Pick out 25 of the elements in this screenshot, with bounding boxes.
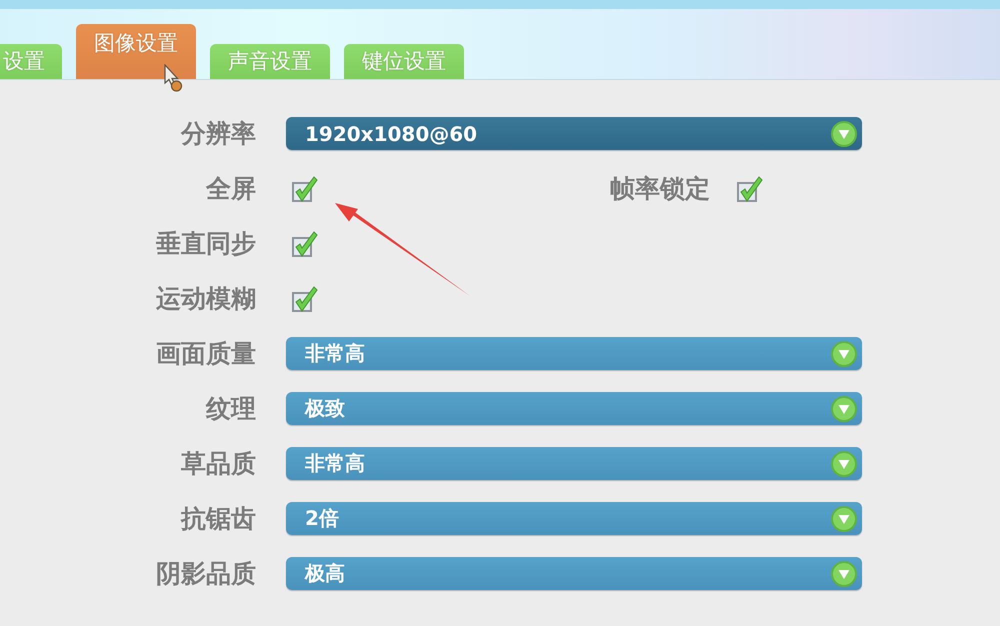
tab[interactable]: 键位设置 xyxy=(344,44,464,79)
tab[interactable]: 设置 xyxy=(0,44,62,79)
tab[interactable]: 图像设置 xyxy=(76,24,196,79)
dropdown[interactable]: 非常高 xyxy=(286,337,862,370)
checkbox[interactable] xyxy=(290,230,318,258)
checkbox[interactable] xyxy=(735,174,763,202)
setting-label: 分辨率 xyxy=(181,118,256,148)
setting-label: 阴影品质 xyxy=(156,558,256,588)
cursor-icon xyxy=(163,64,183,92)
tab[interactable]: 声音设置 xyxy=(210,44,330,79)
setting-label: 全屏 xyxy=(206,174,256,204)
setting-label: 画面质量 xyxy=(156,338,256,368)
setting-label: 抗锯齿 xyxy=(181,504,256,534)
dropdown[interactable]: 极高 xyxy=(286,557,862,590)
dropdown[interactable]: 极致 xyxy=(286,392,862,425)
setting-label: 纹理 xyxy=(206,394,256,424)
dropdown[interactable]: 非常高 xyxy=(286,447,862,480)
dropdown[interactable]: 2倍 xyxy=(286,502,862,535)
setting-label: 垂直同步 xyxy=(156,228,256,258)
setting-label: 草品质 xyxy=(181,448,256,478)
checkbox[interactable] xyxy=(290,284,318,312)
setting-label: 运动模糊 xyxy=(156,284,256,314)
setting-label: 帧率锁定 xyxy=(610,174,710,204)
checkbox[interactable] xyxy=(290,174,318,202)
dropdown[interactable]: 1920x1080@60 xyxy=(286,117,862,150)
